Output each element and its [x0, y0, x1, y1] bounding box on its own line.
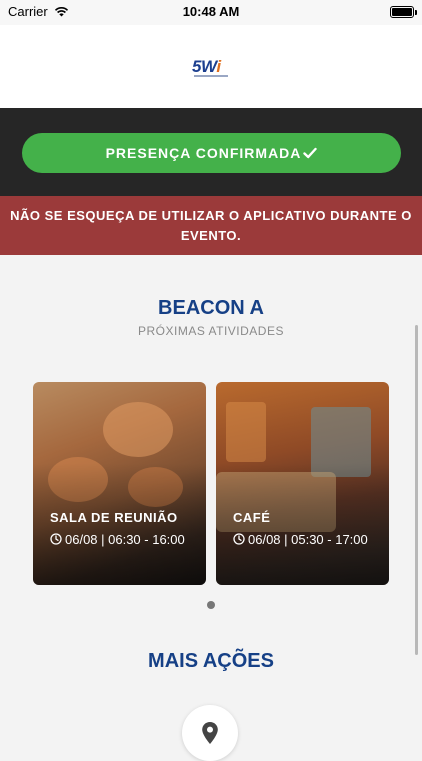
header: 5Wi	[0, 25, 422, 108]
location-button[interactable]	[182, 705, 238, 761]
activity-title: CAFÉ	[233, 510, 271, 525]
battery-icon	[390, 6, 417, 18]
check-icon	[303, 147, 318, 159]
activity-card[interactable]: CAFÉ 06/08 | 05:30 - 17:00	[216, 382, 389, 585]
event-header: PRESENÇA CONFIRMADA	[0, 108, 422, 196]
clock-icon	[233, 533, 245, 545]
location-pin-icon	[202, 722, 218, 744]
scrollbar[interactable]	[415, 325, 418, 655]
activity-title: SALA DE REUNIÃO	[50, 510, 178, 525]
beacon-title: BEACON A	[158, 297, 264, 319]
status-bar: Carrier 10:48 AM	[0, 0, 422, 25]
presence-confirmed-label: PRESENÇA CONFIRMADA	[105, 145, 302, 161]
card-shade	[216, 382, 389, 585]
logo-text: 5W	[192, 57, 217, 76]
status-time: 10:48 AM	[182, 4, 240, 19]
presence-confirmed-button[interactable]: PRESENÇA CONFIRMADA	[22, 133, 401, 173]
main-content: BEACON A PRÓXIMAS ATIVIDADES SALA DE REU…	[0, 255, 422, 761]
activity-time-text: 06/08 | 05:30 - 17:00	[248, 532, 368, 547]
clock-icon	[50, 533, 62, 545]
event-warning: NÃO SE ESQUEÇA DE UTILIZAR O APLICATIVO …	[0, 196, 422, 255]
activity-time: 06/08 | 06:30 - 16:00	[50, 531, 200, 548]
beacon-subtitle: PRÓXIMAS ATIVIDADES	[138, 324, 284, 338]
carousel-page-indicator[interactable]	[207, 601, 215, 609]
logo-accent: i	[216, 57, 221, 76]
activity-time-text: 06/08 | 06:30 - 16:00	[65, 532, 185, 547]
activity-time: 06/08 | 05:30 - 17:00	[233, 531, 383, 548]
app-logo: 5Wi	[192, 57, 230, 79]
more-actions-title: MAIS AÇÕES	[148, 650, 274, 672]
card-shade	[33, 382, 206, 585]
activity-card[interactable]: SALA DE REUNIÃO 06/08 | 06:30 - 16:00	[33, 382, 206, 585]
